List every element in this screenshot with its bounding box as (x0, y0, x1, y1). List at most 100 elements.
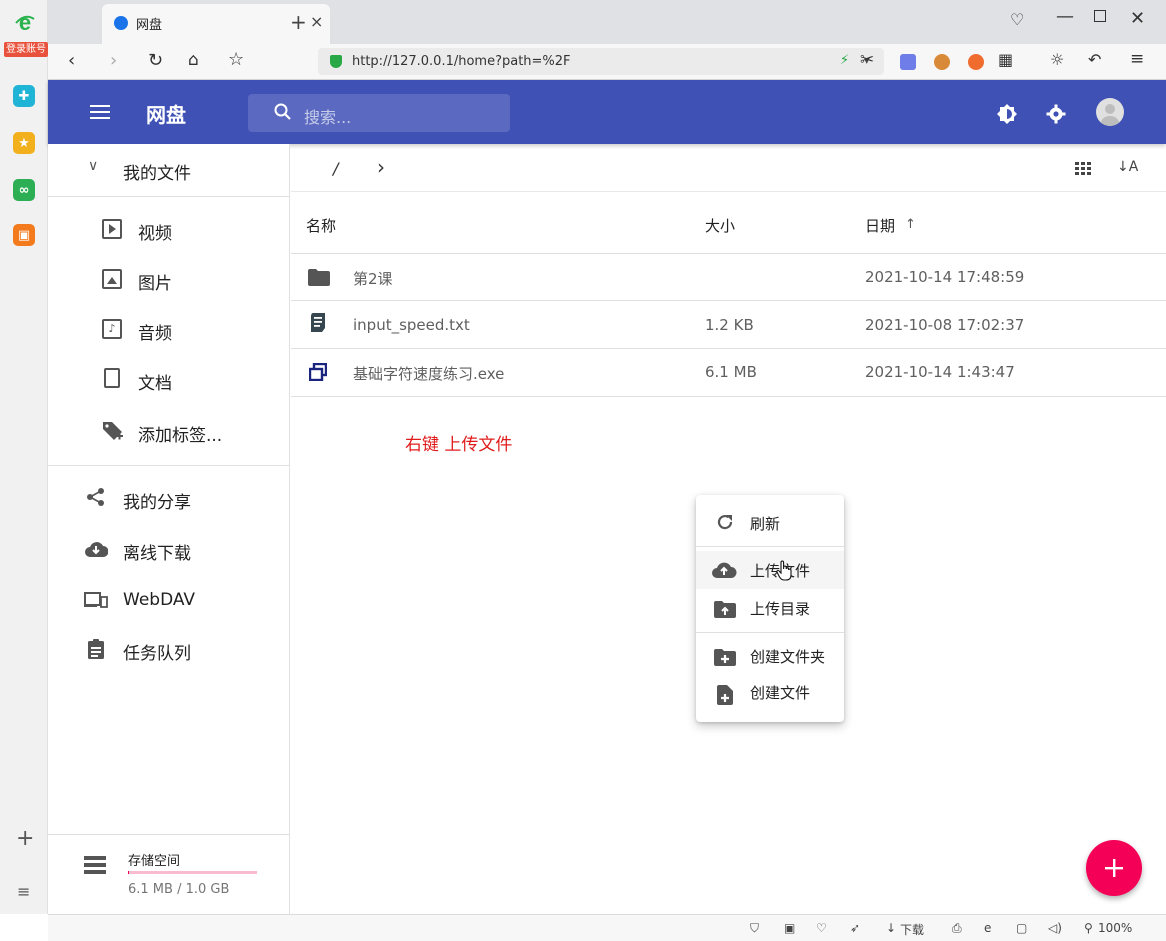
tag-add-icon (102, 420, 124, 442)
storage-progress-bar (128, 871, 257, 874)
image-toggle-icon[interactable]: ▣ (784, 921, 795, 935)
column-header-date[interactable]: 日期 (865, 215, 895, 236)
undo-icon[interactable]: ↶ (1088, 50, 1101, 69)
table-row[interactable]: input_speed.txt 1.2 KB 2021-10-08 17:02:… (291, 301, 1166, 349)
drawer-divider (48, 196, 290, 197)
context-menu: 刷新 上传文件 上传目录 创建文件夹 创建文件 (696, 495, 844, 722)
minimize-icon[interactable]: — (1056, 6, 1074, 27)
download-label[interactable]: 下载 (900, 921, 924, 938)
menu-item-label: 创建文件夹 (750, 648, 826, 666)
apps-grid-icon[interactable]: ▦ (998, 50, 1013, 69)
file-name: input_speed.txt (353, 316, 470, 334)
sidebar-item-label: WebDAV (123, 590, 196, 610)
window-close-icon[interactable]: ✕ (1130, 8, 1145, 29)
exe-file-icon (309, 363, 327, 381)
sidebar-item-label: 添加标签... (138, 426, 223, 446)
rocket-icon[interactable]: ➶ (850, 921, 860, 935)
menu-list-icon[interactable]: ≡ (17, 882, 30, 901)
skin-icon[interactable]: ♡ (1010, 10, 1024, 29)
heart-icon[interactable]: ♡ (816, 921, 827, 935)
maximize-icon[interactable] (1094, 10, 1106, 22)
speed-icon[interactable]: ⚡ (840, 53, 849, 68)
tab-close-icon[interactable]: × (310, 12, 323, 31)
chevron-down-icon: ∨ (88, 158, 99, 174)
zoom-level[interactable]: 100% (1098, 921, 1132, 935)
extension-icon-2[interactable] (934, 54, 950, 70)
brightness-icon[interactable]: ☼ (1050, 50, 1064, 69)
annotation-text: 右键 上传文件 (405, 435, 513, 455)
video-icon (102, 219, 122, 239)
browser-logo-icon[interactable]: e (14, 11, 36, 33)
search-box[interactable]: 搜索... (248, 94, 510, 132)
menu-item-upload-file[interactable]: 上传文件 (696, 551, 844, 589)
add-app-icon[interactable]: ✚ (13, 85, 35, 107)
scissors-icon[interactable]: ✂ (860, 50, 874, 70)
sidebar-item-image[interactable]: 图片 (48, 260, 290, 300)
browser-status-bar: ⛉ ▣ ♡ ➶ ↓ 下载 ⎙ e ▢ ◁) ⚲ 100% (48, 914, 1166, 941)
sidebar-item-webdav[interactable]: WebDAV (48, 580, 290, 620)
speaker-icon[interactable]: ◁) (1048, 921, 1062, 935)
column-header-name[interactable]: 名称 (306, 215, 336, 236)
sidebar-item-video[interactable]: 视频 (48, 210, 290, 250)
extension-icon-3[interactable] (968, 54, 984, 70)
video-app-icon[interactable]: ▣ (13, 224, 35, 246)
back-icon[interactable]: ‹ (68, 50, 75, 71)
breadcrumb-root[interactable]: / (333, 159, 338, 178)
settings-gear-icon[interactable] (1046, 104, 1066, 124)
download-arrow-icon[interactable]: ↓ (886, 921, 896, 935)
menu-item-create-folder[interactable]: 创建文件夹 (696, 638, 844, 676)
ie-icon[interactable]: e (984, 921, 991, 935)
menu-item-create-file[interactable]: 创建文件 (696, 677, 844, 715)
home-icon[interactable]: ⌂ (188, 50, 199, 70)
menu-item-upload-directory[interactable]: 上传目录 (696, 590, 844, 628)
column-header-size[interactable]: 大小 (705, 215, 735, 236)
grid-view-icon[interactable] (1075, 162, 1092, 175)
reload-icon[interactable]: ↻ (148, 50, 163, 71)
quick-launch-bar: e 登录账号 ✚ ★ ∞ ▣ + ≡ (0, 0, 48, 914)
folder-icon (308, 269, 330, 286)
sidebar-item-label: 离线下载 (123, 544, 191, 564)
tab-bar: 网盘 × + ♡ — ✕ (48, 0, 1166, 44)
sidebar-item-my-files: 我的文件 (123, 164, 191, 184)
hamburger-menu-icon[interactable] (90, 104, 110, 120)
table-row[interactable]: 第2课 2021-10-14 17:48:59 (291, 254, 1166, 301)
table-row[interactable]: 基础字符速度练习.exe 6.1 MB 2021-10-14 1:43:47 (291, 349, 1166, 397)
sidebar-item-add-tag[interactable]: 添加标签... (48, 412, 290, 452)
window-icon[interactable]: ▢ (1016, 921, 1027, 935)
hand-pointer-cursor-icon (776, 560, 794, 582)
url-field[interactable]: http://127.0.0.1/home?path=%2F ⚡ ▾ (318, 48, 884, 75)
my-files-toggle[interactable]: ∨ 我的文件 (48, 150, 290, 190)
add-fab-button[interactable] (1086, 840, 1142, 896)
forward-icon[interactable]: › (110, 50, 117, 71)
image-icon (102, 269, 122, 289)
sidebar-item-offline-download[interactable]: 离线下载 (48, 530, 290, 570)
breadcrumb-chevron-icon[interactable]: › (377, 155, 385, 179)
new-tab-icon[interactable]: + (290, 10, 307, 34)
print-icon[interactable]: ⎙ (952, 921, 962, 936)
drawer-divider (48, 465, 290, 466)
extension-icon-1[interactable] (900, 54, 916, 70)
bookmark-star-icon[interactable]: ☆ (228, 49, 244, 70)
sidebar-item-document[interactable]: 文档 (48, 360, 290, 400)
zoom-icon[interactable]: ⚲ (1084, 921, 1093, 935)
address-toolbar: ‹ › ↻ ⌂ ☆ http://127.0.0.1/home?path=%2F… (48, 44, 1166, 80)
devices-icon (84, 591, 108, 609)
browser-menu-icon[interactable]: ≡ (1130, 49, 1144, 69)
favorites-star-icon[interactable]: ★ (13, 132, 35, 154)
url-text: http://127.0.0.1/home?path=%2F (352, 54, 571, 69)
sort-by-name-icon[interactable]: ↓A (1117, 159, 1138, 175)
table-header: 名称 大小 日期 ↑ (291, 200, 1166, 254)
sidebar-item-label: 视频 (138, 224, 172, 244)
theme-toggle-icon[interactable] (997, 104, 1017, 124)
add-shortcut-icon[interactable]: + (16, 826, 34, 851)
menu-item-refresh[interactable]: 刷新 (696, 503, 844, 543)
file-size: 6.1 MB (705, 363, 757, 381)
app-header: 网盘 搜索... (48, 80, 1166, 144)
sidebar-item-task-queue[interactable]: 任务队列 (48, 630, 290, 670)
cloud-link-icon[interactable]: ∞ (13, 179, 35, 201)
sidebar-item-my-share[interactable]: 我的分享 (48, 478, 290, 518)
sidebar-item-audio[interactable]: ♪ 音频 (48, 310, 290, 350)
shield-icon[interactable]: ⛉ (750, 921, 759, 936)
avatar[interactable] (1096, 98, 1124, 126)
login-account-button[interactable]: 登录账号 (4, 42, 48, 57)
